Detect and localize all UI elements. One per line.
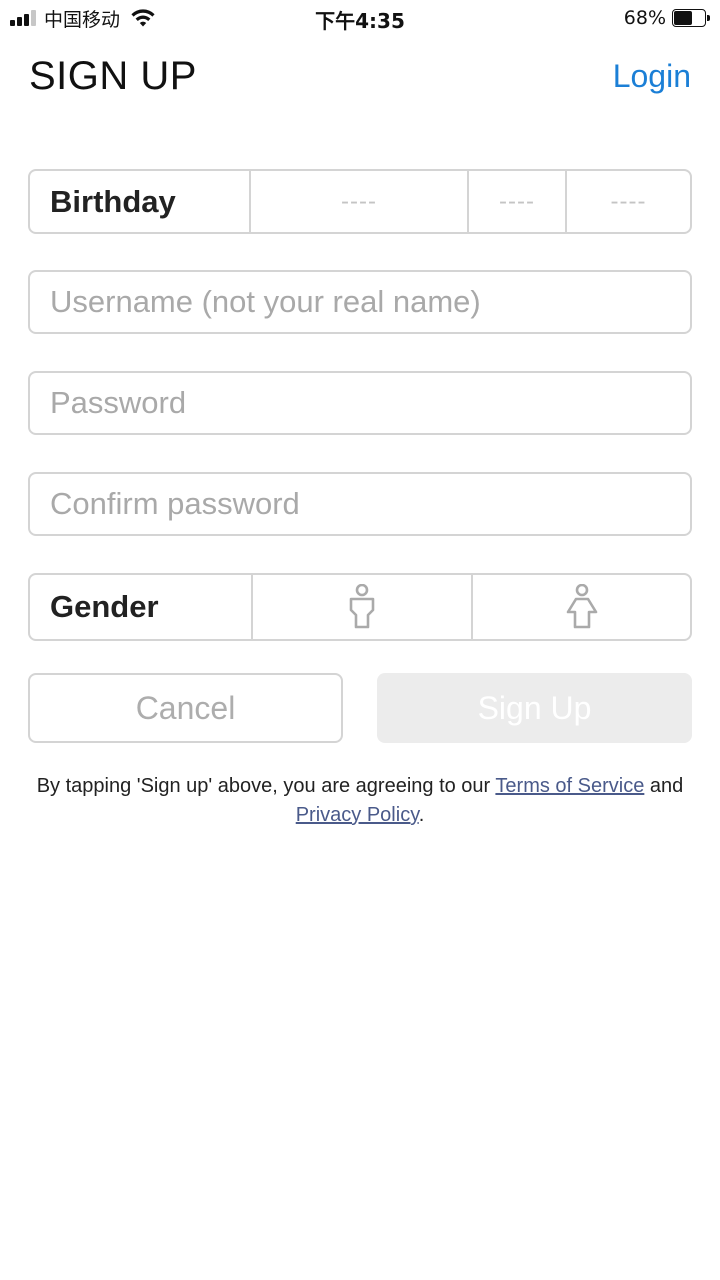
legal-suffix: .	[418, 804, 425, 826]
legal-notice: By tapping 'Sign up' above, you are agre…	[30, 772, 690, 830]
password-input[interactable]	[30, 373, 690, 433]
battery-level-fill	[674, 11, 692, 25]
legal-middle: and	[644, 775, 684, 797]
status-bar-right: 68%	[624, 4, 712, 32]
female-icon	[565, 584, 599, 630]
gender-row: Gender	[28, 573, 692, 641]
username-input[interactable]	[30, 272, 690, 332]
birthday-month-picker[interactable]: ----	[467, 171, 565, 232]
terms-of-service-link[interactable]: Terms of Service	[495, 775, 644, 797]
confirm-password-input[interactable]	[30, 474, 690, 534]
gender-option-male[interactable]	[251, 575, 471, 639]
gender-label: Gender	[50, 589, 159, 624]
privacy-policy-link[interactable]: Privacy Policy	[296, 804, 419, 826]
page-title: SIGN UP	[29, 54, 197, 98]
password-field-box	[28, 371, 692, 435]
birthday-row: Birthday ---- ---- ----	[28, 169, 692, 234]
confirm-password-field-box	[28, 472, 692, 536]
cancel-button[interactable]: Cancel	[28, 673, 343, 743]
battery-percent: 68%	[623, 7, 666, 29]
legal-prefix: By tapping 'Sign up' above, you are agre…	[36, 775, 496, 797]
login-link[interactable]: Login	[613, 54, 691, 98]
status-time: 下午4:35	[315, 9, 405, 33]
birthday-year-picker[interactable]: ----	[249, 171, 467, 232]
birthday-label: Birthday	[50, 183, 176, 219]
sign-up-button[interactable]: Sign Up	[377, 673, 692, 743]
status-bar: 中国移动 下午4:35 68%	[0, 0, 720, 36]
gender-option-female[interactable]	[471, 575, 690, 639]
username-field-box	[28, 270, 692, 334]
birthday-day-picker[interactable]: ----	[565, 171, 690, 232]
battery-icon	[672, 9, 712, 27]
male-icon	[348, 584, 376, 630]
